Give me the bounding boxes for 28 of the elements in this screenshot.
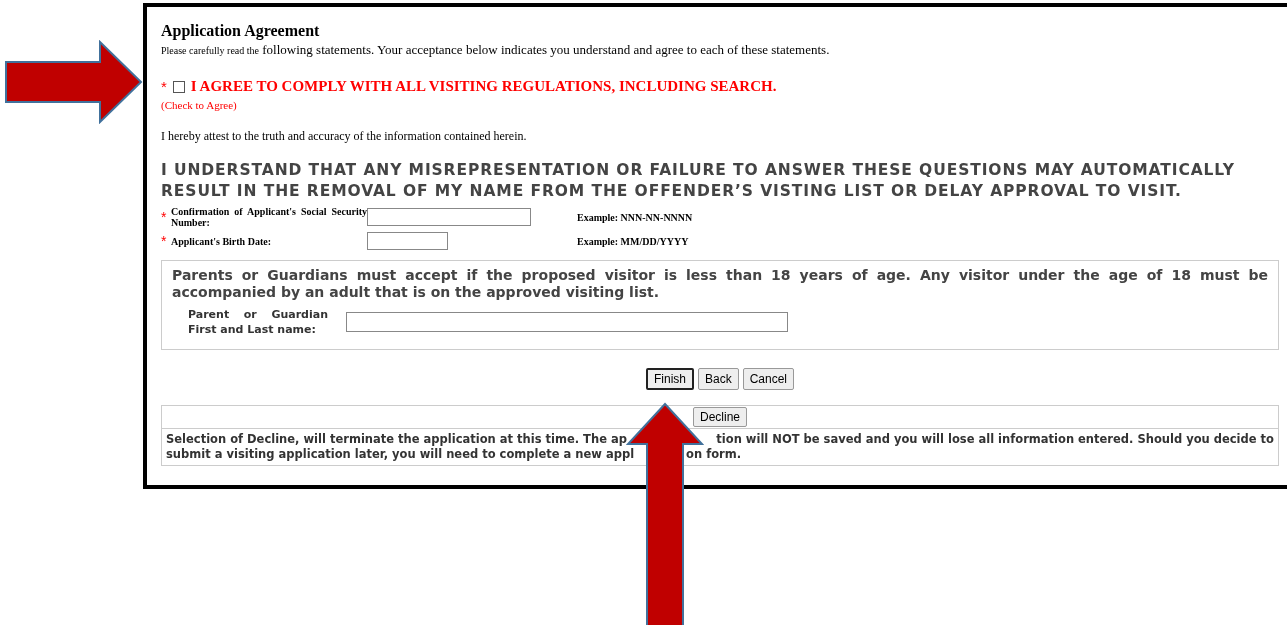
guardian-notice: Parents or Guardians must accept if the proposed visitor is less than 18 years of age. Any visitor under the age of 18 must be accompanied by an adult that is on the approved visiting list.	[172, 267, 1268, 301]
attest-text: I hereby attest to the truth and accuracy of the information contained herein.	[161, 129, 527, 144]
warning-text: I UNDERSTAND THAT ANY MISREPRESENTATION OR FAILURE TO ANSWER THESE QUESTIONS MAY AUTOMATICALLY RESULT IN THE REMOVAL OF MY NAME FROM THE OFFENDER’S VISTING LIST OR DELAY APPROVAL TO VISIT.	[161, 160, 1236, 202]
decline-note: submit a visiting application later, you will need to complete a new appl	[166, 447, 635, 462]
decline-note: on form.	[686, 447, 742, 462]
decline-note: Selection of Decline, will terminate the application at this time. The ap	[166, 432, 627, 447]
required-mark: *	[161, 209, 168, 225]
check-hint: (Check to Agree)	[161, 99, 237, 111]
required-mark: *	[161, 233, 168, 249]
field-label: Parent or Guardian First and Last name:	[188, 307, 328, 337]
form-button[interactable]: Back	[698, 368, 739, 390]
field-label: Confirmation of Applicant's Social Security Number:	[171, 206, 367, 228]
intro-text: Please carefully read the following statements. Your acceptance below indicates you understand and agree to each of these statements.	[161, 42, 831, 58]
agree-checkbox[interactable]	[172, 80, 185, 93]
input-field[interactable]	[367, 208, 531, 226]
field-label: Applicant's Birth Date:	[171, 235, 272, 247]
form-button[interactable]: Cancel	[742, 368, 795, 390]
form-button[interactable]: Finish	[645, 368, 694, 390]
example-text: Example: MM/DD/YYYY	[577, 235, 690, 247]
page-title: Application Agreement	[161, 22, 321, 40]
right-arrow-icon	[4, 40, 144, 124]
input-field[interactable]	[346, 312, 788, 332]
required-mark: *	[161, 78, 167, 95]
decline-button[interactable]: Decline	[693, 407, 747, 427]
example-text: Example: NNN-NN-NNNN	[577, 211, 694, 223]
agree-label: I AGREE TO COMPLY WITH ALL VISITING REGULATIONS, INCLUDING SEARCH.	[190, 78, 777, 95]
input-field[interactable]	[367, 232, 448, 250]
decline-note: tion will NOT be saved and you will lose all information entered. Should you decide to	[716, 432, 1274, 447]
